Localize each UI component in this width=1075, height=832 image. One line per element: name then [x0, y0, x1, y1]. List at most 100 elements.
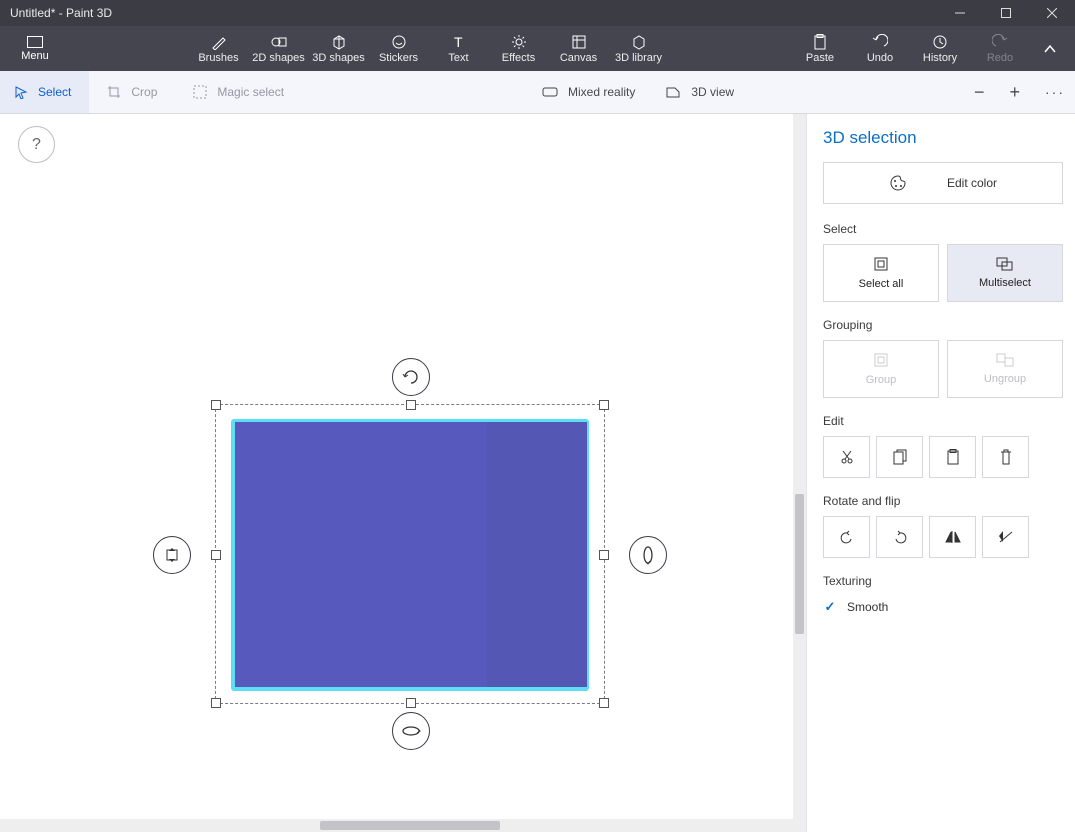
crop-label: Crop — [131, 85, 157, 99]
scrollbar-thumb[interactable] — [795, 494, 804, 634]
mixed-reality-label: Mixed reality — [568, 85, 635, 99]
sub-toolbar: Select Crop Magic select Mixed reality 3… — [0, 71, 1075, 114]
ribbon-stickers[interactable]: Stickers — [370, 34, 427, 64]
library-icon — [631, 34, 647, 50]
ribbon-3d-shapes[interactable]: 3D shapes — [310, 34, 367, 64]
ribbon-text-label: Text — [448, 52, 468, 64]
side-panel: 3D selection Edit color Select Select al… — [806, 114, 1075, 832]
rotate-vert-icon — [641, 545, 655, 565]
zoom-out-button[interactable]: − — [974, 82, 985, 103]
rotate-x-handle[interactable] — [392, 712, 430, 750]
help-bubble[interactable]: ? — [18, 126, 55, 163]
ribbon-canvas-label: Canvas — [560, 52, 597, 64]
section-rotate-label: Rotate and flip — [823, 494, 1063, 508]
handle-e[interactable] — [599, 550, 609, 560]
title-bar: Untitled* - Paint 3D — [0, 0, 1075, 26]
svg-text:T: T — [454, 34, 463, 50]
ribbon-effects-label: Effects — [502, 52, 535, 64]
3d-view-icon — [665, 85, 681, 99]
select-all-button[interactable]: Select all — [823, 244, 939, 302]
3d-view-button[interactable]: 3D view — [665, 85, 734, 99]
rotate-z-handle[interactable] — [392, 358, 430, 396]
chevron-up-icon — [1043, 42, 1057, 56]
ribbon-brushes[interactable]: Brushes — [190, 34, 247, 64]
flip-h-icon — [945, 530, 961, 544]
folder-icon — [27, 36, 43, 48]
ribbon-3d-library-label: 3D library — [615, 52, 662, 64]
more-button[interactable]: ··· — [1045, 84, 1065, 100]
magic-select-label: Magic select — [217, 85, 284, 99]
rotate-left-button[interactable] — [823, 516, 870, 558]
canvas-scrollbar-vertical[interactable] — [793, 114, 806, 832]
copy-button[interactable] — [876, 436, 923, 478]
ribbon-right: Paste Undo History Redo — [795, 34, 1065, 64]
scissors-icon — [840, 449, 854, 465]
minimize-button[interactable] — [937, 0, 983, 26]
multiselect-button[interactable]: Multiselect — [947, 244, 1063, 302]
handle-se[interactable] — [599, 698, 609, 708]
ribbon-canvas[interactable]: Canvas — [550, 34, 607, 64]
edit-color-label: Edit color — [947, 176, 997, 190]
magic-select-tool[interactable]: Magic select — [175, 85, 302, 99]
rotate-left-icon — [839, 529, 855, 545]
flip-horizontal-button[interactable] — [929, 516, 976, 558]
group-icon — [873, 352, 889, 368]
paste-panel-button[interactable] — [929, 436, 976, 478]
undo-icon — [872, 34, 888, 50]
smooth-label: Smooth — [847, 600, 888, 614]
palette-icon — [889, 174, 907, 192]
select-tool[interactable]: Select — [0, 71, 89, 113]
flip-vertical-button[interactable] — [982, 516, 1029, 558]
delete-button[interactable] — [982, 436, 1029, 478]
handle-ne[interactable] — [599, 400, 609, 410]
canvas-scrollbar-horizontal[interactable] — [0, 819, 806, 832]
paste-icon — [813, 34, 827, 50]
close-button[interactable] — [1029, 0, 1075, 26]
undo-label: Undo — [867, 52, 893, 64]
rotate-right-button[interactable] — [876, 516, 923, 558]
help-icon: ? — [32, 136, 41, 154]
canvas-area[interactable]: ? — [0, 114, 806, 832]
scrollbar-thumb-h[interactable] — [320, 821, 500, 830]
handle-nw[interactable] — [211, 400, 221, 410]
ribbon-text[interactable]: T Text — [430, 34, 487, 64]
paste-button[interactable]: Paste — [795, 34, 845, 64]
effects-icon — [511, 34, 527, 50]
ribbon-effects[interactable]: Effects — [490, 34, 547, 64]
canvas-icon — [571, 34, 587, 50]
menu-button[interactable]: Menu — [0, 26, 70, 71]
text-icon: T — [451, 34, 467, 50]
copy-icon — [893, 449, 907, 465]
edit-color-button[interactable]: Edit color — [823, 162, 1063, 204]
undo-button[interactable]: Undo — [855, 34, 905, 64]
group-button: Group — [823, 340, 939, 398]
rotate-y-handle[interactable] — [629, 536, 667, 574]
redo-button[interactable]: Redo — [975, 34, 1025, 64]
section-select-label: Select — [823, 222, 1063, 236]
handle-n[interactable] — [406, 400, 416, 410]
mixed-reality-button[interactable]: Mixed reality — [542, 85, 635, 99]
smooth-checkbox-row[interactable]: ✓ Smooth — [823, 596, 1063, 618]
handle-s[interactable] — [406, 698, 416, 708]
cut-button[interactable] — [823, 436, 870, 478]
selection-wrapper[interactable] — [215, 404, 605, 704]
multiselect-label: Multiselect — [979, 277, 1031, 289]
handle-sw[interactable] — [211, 698, 221, 708]
multiselect-icon — [996, 257, 1014, 271]
ribbon-3d-library[interactable]: 3D library — [610, 34, 667, 64]
mixed-reality-icon — [542, 85, 558, 99]
depth-handle[interactable] — [153, 536, 191, 574]
crop-tool[interactable]: Crop — [89, 85, 175, 99]
panel-collapse-chevron[interactable] — [1035, 42, 1065, 56]
zoom-in-button[interactable]: + — [1009, 82, 1020, 103]
ribbon-2d-shapes[interactable]: 2D shapes — [250, 34, 307, 64]
history-button[interactable]: History — [915, 34, 965, 64]
magic-select-icon — [193, 85, 207, 99]
crop-icon — [107, 85, 121, 99]
select-all-label: Select all — [859, 278, 904, 290]
maximize-button[interactable] — [983, 0, 1029, 26]
window-title: Untitled* - Paint 3D — [10, 6, 937, 20]
history-label: History — [923, 52, 957, 64]
handle-w[interactable] — [211, 550, 221, 560]
group-label: Group — [866, 374, 897, 386]
